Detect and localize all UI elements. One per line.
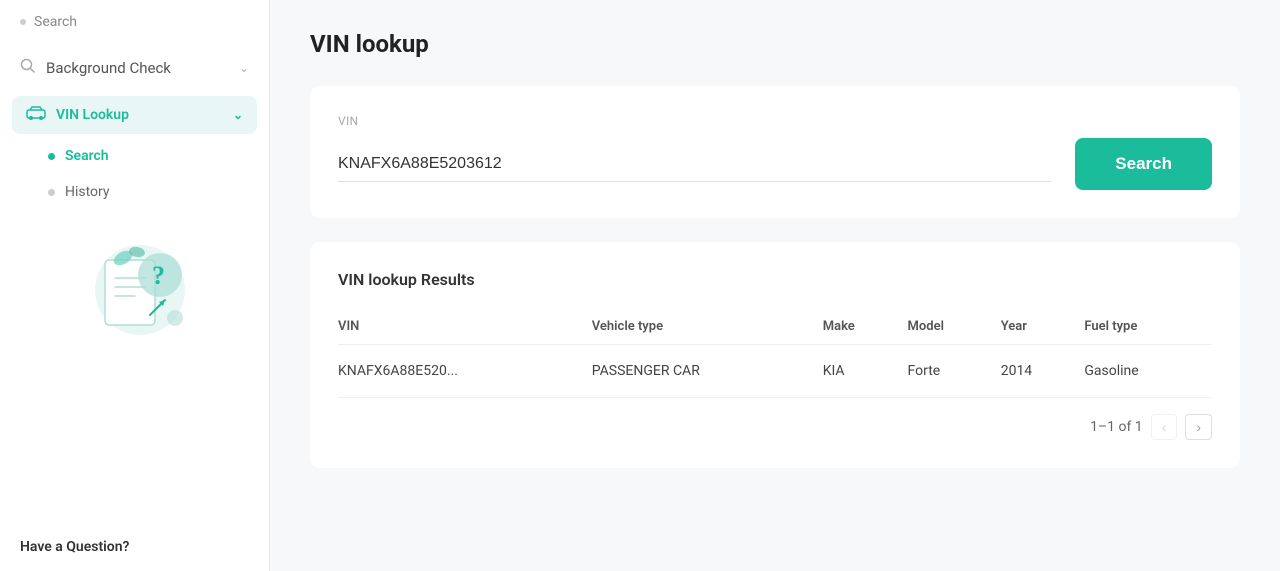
car-icon [26,106,46,124]
col-vin: VIN [338,309,592,345]
sidebar-background-check-header[interactable]: Background Check ⌄ [0,44,269,92]
active-dot-icon [48,153,55,160]
col-fuel-type: Fuel type [1084,309,1212,345]
sidebar-background-check-section: Background Check ⌄ VIN Lookup ⌄ Search [0,44,269,210]
results-title: VIN lookup Results [338,270,1212,289]
sidebar-illustration: ? [65,230,205,340]
search-icon [20,58,36,78]
sidebar-item-vin-lookup[interactable]: VIN Lookup ⌄ [12,96,257,134]
vin-label: VIN [338,114,1212,128]
svg-text:?: ? [152,261,165,290]
sidebar-top-search-label: Search [34,14,77,30]
sidebar-sub-item-search[interactable]: Search [0,138,269,174]
sidebar-item-search-top[interactable]: Search [0,0,269,44]
results-section: VIN lookup Results VIN Vehicle type Make… [310,242,1240,468]
col-year: Year [1001,309,1085,345]
main-content: VIN lookup VIN Search VIN lookup Results… [270,0,1280,571]
dot-icon-history [48,189,55,196]
background-check-label: Background Check [46,59,171,77]
table-header: VIN Vehicle type Make Model Year Fuel ty… [338,309,1212,345]
sidebar-footer-question: Have a Question? [0,523,269,571]
table-row: KNAFX6A88E520... PASSENGER CAR KIA Forte… [338,345,1212,398]
chevron-down-icon: ⌄ [239,61,249,75]
cell-year: 2014 [1001,345,1085,398]
cell-make: KIA [823,345,908,398]
results-table: VIN Vehicle type Make Model Year Fuel ty… [338,309,1212,398]
col-vehicle-type: Vehicle type [592,309,823,345]
pagination-prev-button[interactable]: ‹ [1151,414,1178,440]
table-body: KNAFX6A88E520... PASSENGER CAR KIA Forte… [338,345,1212,398]
vin-input-row: Search [338,138,1212,190]
sidebar: Search Background Check ⌄ [0,0,270,571]
sub-item-history-label: History [65,184,110,200]
sidebar-sub-item-history[interactable]: History [0,174,269,210]
vin-input-section: VIN Search [310,86,1240,218]
sub-item-search-label: Search [65,148,109,164]
pagination-next-button[interactable]: › [1185,414,1212,440]
cell-fuel-type: Gasoline [1084,345,1212,398]
col-model: Model [908,309,1001,345]
cell-vehicle-type: PASSENGER CAR [592,345,823,398]
pagination-label: 1–1 of 1 [1090,419,1143,435]
pagination-row: 1–1 of 1 ‹ › [338,414,1212,440]
page-title: VIN lookup [310,30,1240,58]
chevron-down-icon-vin: ⌄ [233,108,243,122]
vin-lookup-label: VIN Lookup [56,107,129,123]
col-make: Make [823,309,908,345]
cell-vin: KNAFX6A88E520... [338,345,592,398]
have-a-question-label: Have a Question? [20,539,129,555]
cell-model: Forte [908,345,1001,398]
dot-icon [20,19,26,25]
vin-input[interactable] [338,147,1051,182]
search-button[interactable]: Search [1075,138,1212,190]
